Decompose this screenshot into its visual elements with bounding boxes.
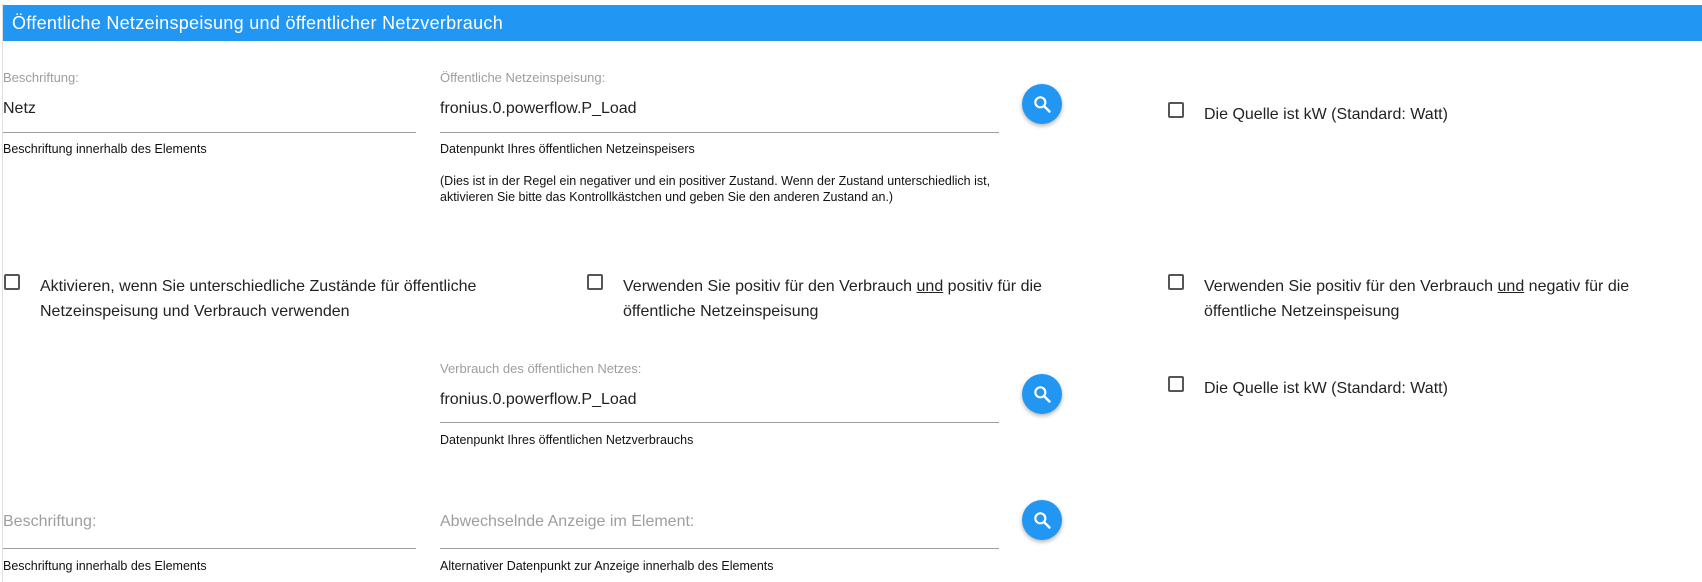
alternate-field[interactable]: Abwechselnde Anzeige im Element: Alterna… [440,510,1000,580]
checkbox-box[interactable] [587,274,603,290]
settings-page: Öffentliche Netzeinspeisung und öffentli… [0,0,1702,582]
consumption-search-button[interactable] [1022,374,1062,414]
positive-positive-checkbox[interactable]: Verwenden Sie positiv für den Verbrauch … [587,274,1127,324]
checkbox-box[interactable] [4,274,20,290]
feed-in-search-button[interactable] [1022,84,1062,124]
feed-in-kw-checkbox[interactable]: Die Quelle ist kW (Standard: Watt) [1168,102,1668,128]
positive-negative-label-part1: Verwenden Sie positiv für den Verbrauch [1204,278,1498,295]
feed-in-label: Öffentliche Netzeinspeisung: [440,70,606,85]
search-icon [1034,386,1051,403]
different-states-checkbox[interactable]: Aktivieren, wenn Sie unterschiedliche Zu… [4,274,544,324]
positive-positive-label-part1: Verwenden Sie positiv für den Verbrauch [623,278,917,295]
alternate-search-button[interactable] [1022,500,1062,540]
caption-label: Beschriftung: [3,70,79,85]
feed-in-kw-label: Die Quelle ist kW (Standard: Watt) [1204,106,1448,123]
feed-in-field[interactable]: Öffentliche Netzeinspeisung: fronius.0.p… [440,70,1000,160]
positive-negative-und: und [1497,278,1525,295]
consumption-field[interactable]: Verbrauch des öffentlichen Netzes: froni… [440,361,1000,451]
search-icon [1034,96,1051,113]
caption-2-help: Beschriftung innerhalb des Elements [3,559,207,573]
caption-2-underline [3,548,416,549]
caption-value[interactable]: Netz [3,100,36,118]
alternate-help: Alternativer Datenpunkt zur Anzeige inne… [440,559,774,573]
panel-header: Öffentliche Netzeinspeisung und öffentli… [3,5,1702,41]
feed-in-note: (Dies ist in der Regel ein negativer und… [440,174,991,204]
alternate-underline [440,548,999,549]
caption-2-placeholder[interactable]: Beschriftung: [3,513,96,531]
positive-negative-label: Verwenden Sie positiv für den Verbrauch … [1204,274,1694,324]
consumption-kw-label: Die Quelle ist kW (Standard: Watt) [1204,380,1448,397]
checkbox-box[interactable] [1168,274,1184,290]
positive-positive-label: Verwenden Sie positiv für den Verbrauch … [623,274,1113,324]
feed-in-underline [440,132,999,133]
positive-positive-und: und [916,278,944,295]
checkbox-box[interactable] [1168,376,1184,392]
checkbox-box[interactable] [1168,102,1184,118]
caption-field-2[interactable]: Beschriftung: Beschriftung innerhalb des… [3,510,416,580]
consumption-help: Datenpunkt Ihres öffentlichen Netzverbra… [440,433,694,447]
consumption-underline [440,422,999,423]
consumption-label: Verbrauch des öffentlichen Netzes: [440,361,642,376]
caption-help: Beschriftung innerhalb des Elements [3,142,207,156]
different-states-label: Aktivieren, wenn Sie unterschiedliche Zu… [40,278,477,320]
consumption-kw-checkbox[interactable]: Die Quelle ist kW (Standard: Watt) [1168,376,1668,402]
positive-negative-checkbox[interactable]: Verwenden Sie positiv für den Verbrauch … [1168,274,1698,324]
caption-underline [3,132,416,133]
consumption-value[interactable]: fronius.0.powerflow.P_Load [440,391,637,409]
search-icon [1034,512,1051,529]
caption-field[interactable]: Beschriftung: Netz Beschriftung innerhal… [3,70,416,160]
feed-in-help: Datenpunkt Ihres öffentlichen Netzeinspe… [440,142,695,156]
feed-in-value[interactable]: fronius.0.powerflow.P_Load [440,100,637,118]
alternate-placeholder[interactable]: Abwechselnde Anzeige im Element: [440,513,694,531]
